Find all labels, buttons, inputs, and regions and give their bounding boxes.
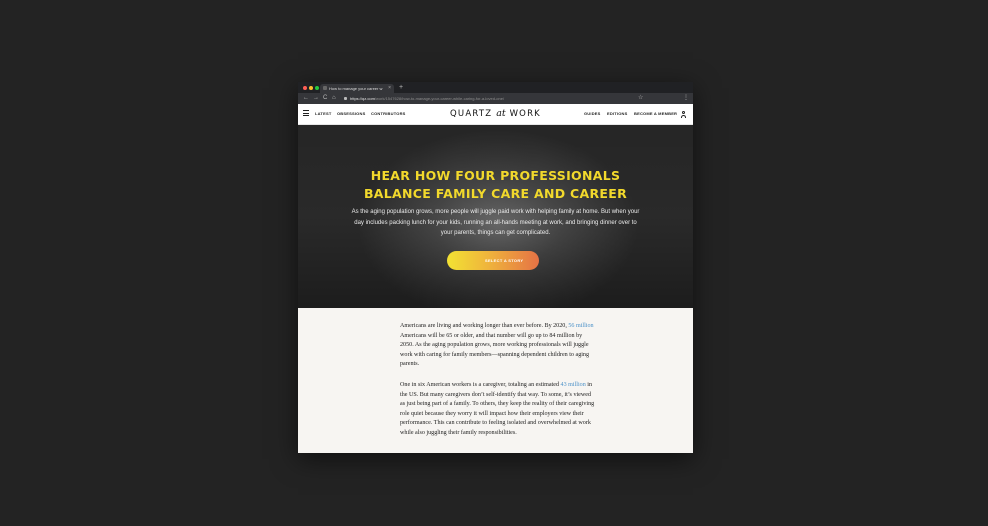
nav-link-guides[interactable]: GUIDES [584,104,601,124]
article-paragraph-2: One in six American workers is a caregiv… [400,381,595,439]
tab-title: How to manage your career w [329,86,383,91]
reload-icon[interactable]: C [323,93,327,104]
article-body: Americans are living and working longer … [298,309,693,453]
nav-link-contributors[interactable]: CONTRIBUTORS [371,104,406,124]
nav-link-latest[interactable]: LATEST [315,104,331,124]
url-path: /work/1547628/how-to-manage-your-career-… [374,96,505,101]
lock-icon [344,97,347,100]
address-bar[interactable]: https://qz.com/work/1547628/how-to-manag… [350,93,650,104]
browser-window: How to manage your career w × + ← → C ⌂ … [298,82,693,453]
hero-banner: HEAR HOW FOUR PROFESSIONALS BALANCE FAMI… [298,125,693,308]
browser-tab[interactable]: How to manage your career w × [320,84,394,93]
nav-link-obsessions[interactable]: OBSESSIONS [337,104,365,124]
hero-title: HEAR HOW FOUR PROFESSIONALS BALANCE FAMI… [298,167,693,203]
select-story-button[interactable]: SELECT A STORY [447,251,539,270]
home-icon[interactable]: ⌂ [332,93,336,104]
bookmark-star-icon[interactable]: ☆ [638,93,643,104]
paragraph-text: One in six American workers is a caregiv… [400,382,561,388]
favicon-icon [323,86,327,90]
logo-quartz: QUARTZ [450,109,493,119]
paragraph-text: Americans will be 65 or older, and that … [400,332,590,368]
link-43-million[interactable]: 43 million [561,382,586,388]
maximize-window-button[interactable] [315,86,319,90]
article-paragraph-1: Americans are living and working longer … [400,322,595,370]
hero-subtitle: As the aging population grows, more peop… [351,209,640,236]
site-navigation: LATEST OBSESSIONS CONTRIBUTORS QUARTZ at… [298,104,693,125]
browser-toolbar: ← → C ⌂ https://qz.com/work/1547628/how-… [298,93,693,104]
hero-title-line-2: BALANCE FAMILY CARE AND CAREER [363,186,628,201]
tab-close-icon[interactable]: × [388,84,391,93]
back-arrow-icon[interactable]: ← [303,93,309,104]
paragraph-text: in the US. But many caregivers don’t sel… [400,382,595,436]
nav-link-editions[interactable]: EDITIONS [607,104,628,124]
forward-arrow-icon[interactable]: → [313,93,319,104]
quartz-at-work-logo[interactable]: QUARTZ at WORK [448,104,543,124]
url-host: https://qz.com [350,96,375,101]
close-window-button[interactable] [303,86,307,90]
hamburger-menu-icon[interactable] [303,110,309,116]
user-account-icon[interactable] [681,111,686,118]
hero-title-line-1: HEAR HOW FOUR PROFESSIONALS [370,168,621,183]
paragraph-text: Americans are living and working longer … [400,323,569,329]
minimize-window-button[interactable] [309,86,313,90]
select-story-label: SELECT A STORY [485,258,524,263]
nav-link-become-member[interactable]: BECOME A MEMBER [634,104,677,124]
logo-work: WORK [509,109,541,119]
browser-menu-icon[interactable]: ⋮ [683,93,689,104]
link-56-million[interactable]: 56 million [568,323,593,329]
logo-at: at [496,108,506,119]
browser-tab-bar: How to manage your career w × + [298,82,693,93]
new-tab-icon[interactable]: + [399,83,403,92]
